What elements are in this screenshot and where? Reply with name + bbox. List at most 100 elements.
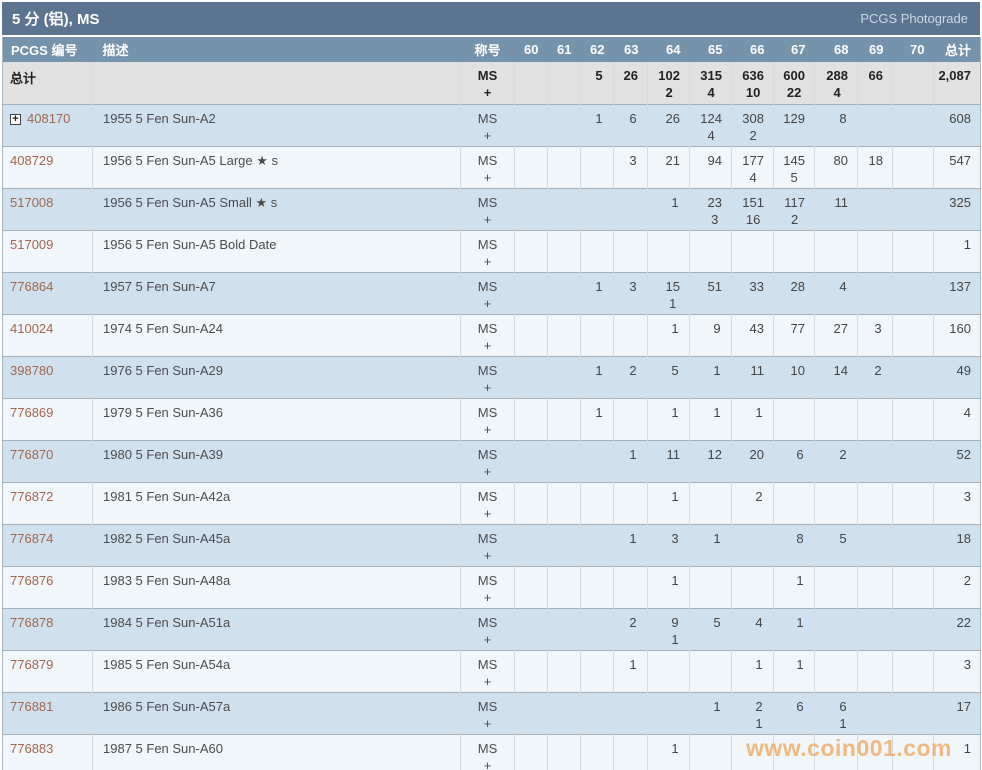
pcgs-number-link[interactable]: 408729 xyxy=(10,153,53,168)
pcgs-number-link[interactable]: 776864 xyxy=(10,279,53,294)
grade-cell-65 xyxy=(690,230,732,272)
pcgs-number-link[interactable]: 776870 xyxy=(10,447,53,462)
grade-cell-66: 20 xyxy=(732,440,774,482)
grade-cell-65: 51 xyxy=(690,272,732,314)
designation-cell: MS+ xyxy=(461,734,515,770)
grade-cell-70 xyxy=(893,566,934,608)
grade-cell-63 xyxy=(614,692,648,734)
pcgs-number-link[interactable]: 776874 xyxy=(10,531,53,546)
grade-cell-64: 5 xyxy=(648,356,690,398)
grade-cell-62 xyxy=(581,482,614,524)
grade-cell-60 xyxy=(515,692,548,734)
grade-cell-69 xyxy=(858,650,893,692)
grade-cell-67: 77 xyxy=(774,314,815,356)
grade-cell-69 xyxy=(858,104,893,146)
grade-cell-67 xyxy=(774,398,815,440)
pcgs-number-link[interactable]: 776883 xyxy=(10,741,53,756)
grade-cell-60 xyxy=(515,356,548,398)
grade-cell-60 xyxy=(515,566,548,608)
pcgs-number-cell: 776864 xyxy=(3,272,93,314)
grade-cell-62 xyxy=(581,440,614,482)
grade-cell-69: 3 xyxy=(858,314,893,356)
pcgs-number-link[interactable]: 776876 xyxy=(10,573,53,588)
header-designation: 称号 xyxy=(461,37,515,62)
pcgs-photograde-link[interactable]: PCGS Photograde xyxy=(860,11,968,26)
pcgs-number-link[interactable]: 410024 xyxy=(10,321,53,336)
row-total: 325 xyxy=(934,188,981,230)
grade-cell-60 xyxy=(515,650,548,692)
pcgs-number-cell: +408170 xyxy=(3,104,93,146)
grade-cell-60 xyxy=(515,440,548,482)
grade-cell-62 xyxy=(581,188,614,230)
grade-cell-68: 5 xyxy=(815,524,858,566)
coin-description: 1981 5 Fen Sun-A42a xyxy=(93,482,461,524)
grade-cell-62: 1 xyxy=(581,104,614,146)
grade-cell-61 xyxy=(548,146,581,188)
grade-cell-62 xyxy=(581,608,614,650)
grade-cell-66: 1 xyxy=(732,650,774,692)
header-grade-63: 63 xyxy=(614,37,648,62)
grade-cell-69 xyxy=(858,608,893,650)
table-row: 7768641957 5 Fen Sun-A7MS+13151513328413… xyxy=(3,272,981,314)
grade-cell-61 xyxy=(548,230,581,272)
row-total: 1 xyxy=(934,734,981,770)
header-grade-62: 62 xyxy=(581,37,614,62)
grade-cell-67: 1455 xyxy=(774,146,815,188)
grade-cell-70 xyxy=(893,482,934,524)
grade-cell-68 xyxy=(815,482,858,524)
row-total: 1 xyxy=(934,230,981,272)
pcgs-number-link[interactable]: 517008 xyxy=(10,195,53,210)
row-total: 3 xyxy=(934,650,981,692)
grade-cell-70 xyxy=(893,356,934,398)
grade-cell-68: 14 xyxy=(815,356,858,398)
pcgs-number-link[interactable]: 517009 xyxy=(10,237,53,252)
designation-cell: MS+ xyxy=(461,692,515,734)
grade-cell-65: 9 xyxy=(690,314,732,356)
grade-cell-70 xyxy=(893,608,934,650)
grade-cell-65: 1 xyxy=(690,356,732,398)
grade-cell-68 xyxy=(815,230,858,272)
grade-cell-60 xyxy=(515,314,548,356)
grade-cell-67: 10 xyxy=(774,356,815,398)
grade-cell-60 xyxy=(515,62,548,104)
grade-cell-67 xyxy=(774,230,815,272)
grade-cell-61 xyxy=(548,608,581,650)
grade-cell-61 xyxy=(548,692,581,734)
table-row: +4081701955 5 Fen Sun-A2MS+1626124430821… xyxy=(3,104,981,146)
expand-plus-icon[interactable]: + xyxy=(10,114,21,125)
pcgs-number-link[interactable]: 776878 xyxy=(10,615,53,630)
pcgs-number-link[interactable]: 776881 xyxy=(10,699,53,714)
grade-cell-70 xyxy=(893,398,934,440)
pcgs-number-cell: 408729 xyxy=(3,146,93,188)
pcgs-number-link[interactable]: 776869 xyxy=(10,405,53,420)
header-grade-69: 69 xyxy=(858,37,893,62)
pcgs-number-link[interactable]: 776872 xyxy=(10,489,53,504)
grade-cell-65: 1 xyxy=(690,524,732,566)
table-row: 7768701980 5 Fen Sun-A39MS+11112206252 xyxy=(3,440,981,482)
row-total: 17 xyxy=(934,692,981,734)
table-row: 7768721981 5 Fen Sun-A42aMS+123 xyxy=(3,482,981,524)
grade-cell-69 xyxy=(858,692,893,734)
grade-cell-70 xyxy=(893,692,934,734)
grade-cell-65: 3154 xyxy=(690,62,732,104)
grade-cell-61 xyxy=(548,524,581,566)
row-total: 22 xyxy=(934,608,981,650)
pcgs-number-link[interactable]: 776879 xyxy=(10,657,53,672)
pcgs-number-link[interactable]: 398780 xyxy=(10,363,53,378)
pcgs-number-link[interactable]: 408170 xyxy=(27,111,70,126)
population-report-page: 5 分 (铝), MS PCGS Photograde PCGS 编号 描述 称… xyxy=(0,0,982,770)
grade-cell-64 xyxy=(648,692,690,734)
grade-cell-62: 1 xyxy=(581,356,614,398)
page-title: 5 分 (铝), MS xyxy=(12,8,100,29)
grade-cell-69 xyxy=(858,398,893,440)
grade-cell-68 xyxy=(815,734,858,770)
header-total: 总计 xyxy=(934,37,981,62)
grade-cell-65: 5 xyxy=(690,608,732,650)
row-total: 2,087 xyxy=(934,62,981,104)
grade-cell-70 xyxy=(893,188,934,230)
grade-cell-65: 1244 xyxy=(690,104,732,146)
grade-cell-62 xyxy=(581,230,614,272)
row-total: 3 xyxy=(934,482,981,524)
coin-description xyxy=(93,62,461,104)
header-grade-70: 70 xyxy=(893,37,934,62)
